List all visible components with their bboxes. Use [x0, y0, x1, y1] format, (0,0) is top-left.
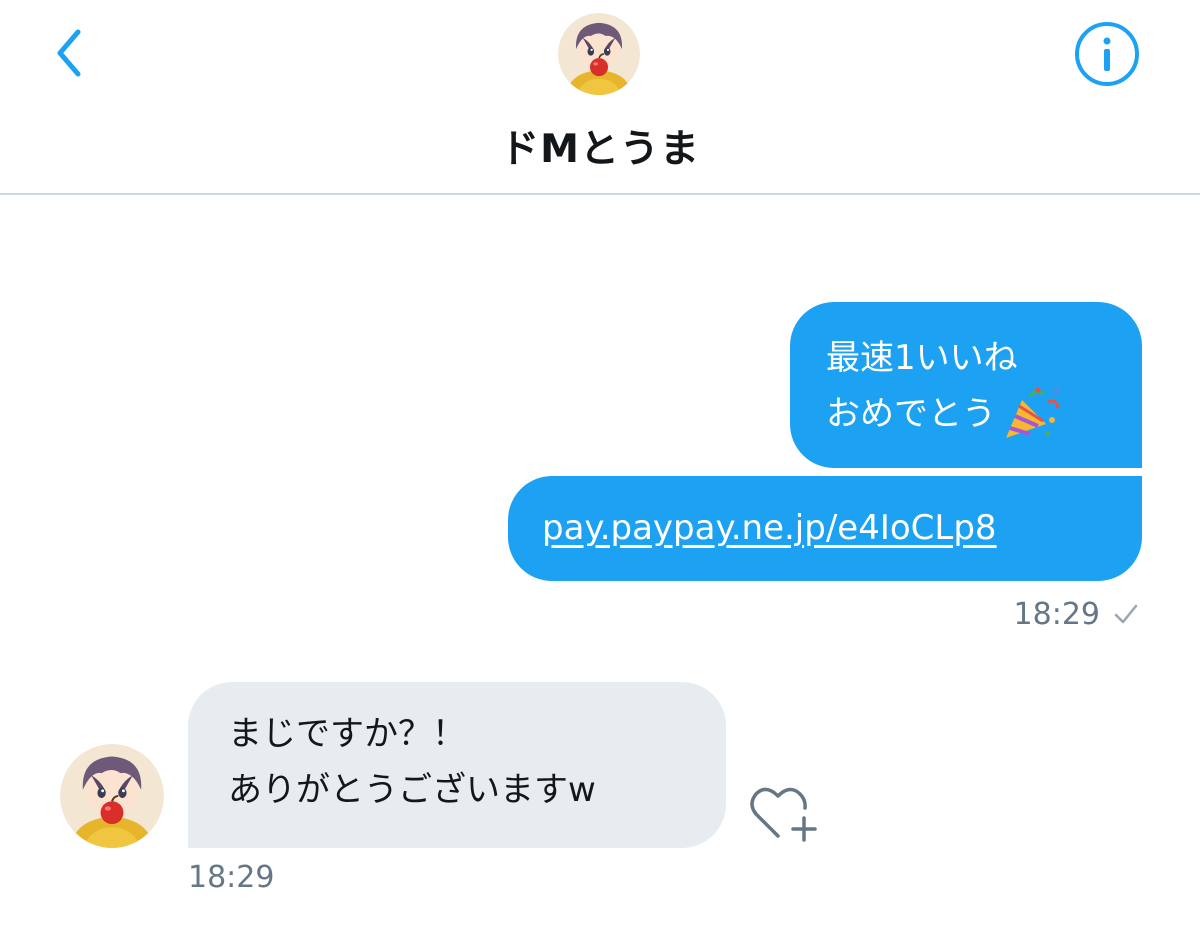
- message-text: おめでとう: [826, 394, 996, 434]
- sent-message-meta: 18:29: [1014, 594, 1140, 634]
- info-button[interactable]: [1072, 19, 1142, 89]
- sent-link-bubble[interactable]: pay.paypay.ne.jp/e4IoCLp8: [508, 476, 1142, 581]
- conversation-header: ドMとうま: [0, 0, 1200, 195]
- contact-avatar[interactable]: [558, 13, 640, 95]
- sent-timestamp: 18:29: [1013, 596, 1100, 632]
- info-icon: [1075, 22, 1139, 86]
- received-timestamp: 18:29: [188, 860, 275, 895]
- heart-plus-icon: [750, 787, 817, 842]
- like-button[interactable]: [748, 782, 820, 844]
- message-text-line: ありがとうございますw: [228, 770, 596, 810]
- party-popper-icon: [1000, 386, 1062, 442]
- message-text-line: 最速1いいね: [826, 338, 1018, 378]
- contact-name: ドMとうま: [500, 127, 700, 172]
- message-text-line: おめでとう: [826, 386, 1142, 442]
- check-icon: [1114, 604, 1138, 624]
- chevron-left-icon: [57, 29, 81, 77]
- sent-message-bubble[interactable]: 最速1いいね おめでとう: [790, 302, 1142, 468]
- payment-link[interactable]: pay.paypay.ne.jp/e4IoCLp8: [542, 508, 997, 548]
- received-message-bubble[interactable]: まじですか？！ ありがとうございますw: [188, 682, 726, 848]
- sender-avatar[interactable]: [60, 744, 164, 848]
- message-text-line: まじですか？！: [228, 714, 466, 754]
- back-button[interactable]: [44, 22, 96, 84]
